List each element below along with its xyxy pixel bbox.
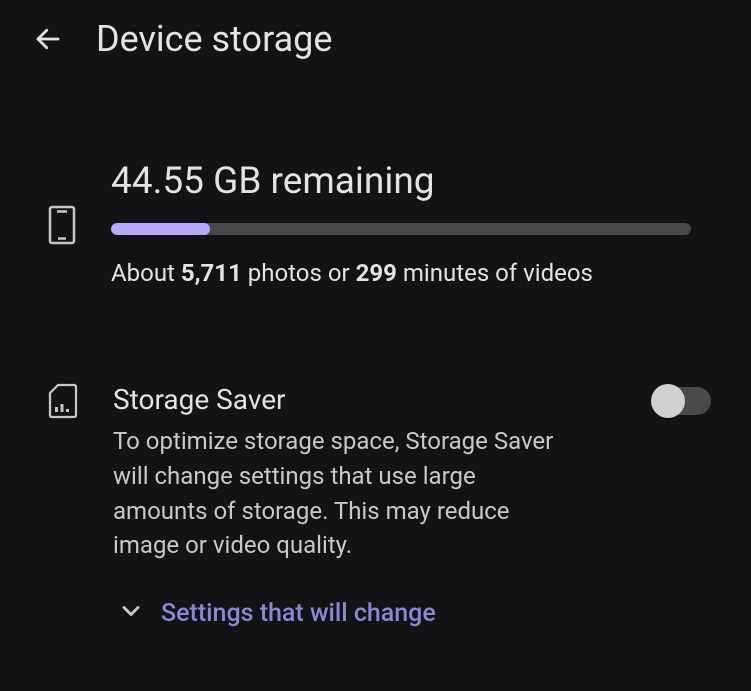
page-title: Device storage [96, 18, 332, 60]
chevron-down-icon [117, 597, 145, 629]
storage-progress-bar [111, 223, 691, 235]
storage-section: 44.55 GB remaining About 5,711 photos or… [0, 70, 751, 287]
storage-info: 44.55 GB remaining About 5,711 photos or… [111, 160, 691, 287]
settings-expand-label: Settings that will change [161, 599, 436, 628]
header: Device storage [0, 0, 751, 70]
storage-remaining: 44.55 GB remaining [111, 160, 691, 203]
toggle-thumb [651, 384, 685, 418]
sd-card-icon [48, 383, 78, 423]
storage-estimate: About 5,711 photos or 299 minutes of vid… [111, 259, 691, 287]
storage-saver-description: To optimize storage space, Storage Saver… [113, 424, 573, 563]
storage-saver-section: Storage Saver To optimize storage space,… [0, 287, 751, 629]
settings-expand-button[interactable]: Settings that will change [113, 597, 711, 629]
back-button[interactable] [30, 21, 66, 57]
storage-progress-fill [111, 223, 210, 235]
storage-saver-content: Storage Saver To optimize storage space,… [113, 383, 711, 629]
phone-icon [48, 160, 76, 249]
storage-saver-toggle[interactable] [653, 387, 711, 415]
arrow-left-icon [33, 24, 63, 54]
storage-saver-title: Storage Saver [113, 383, 573, 416]
